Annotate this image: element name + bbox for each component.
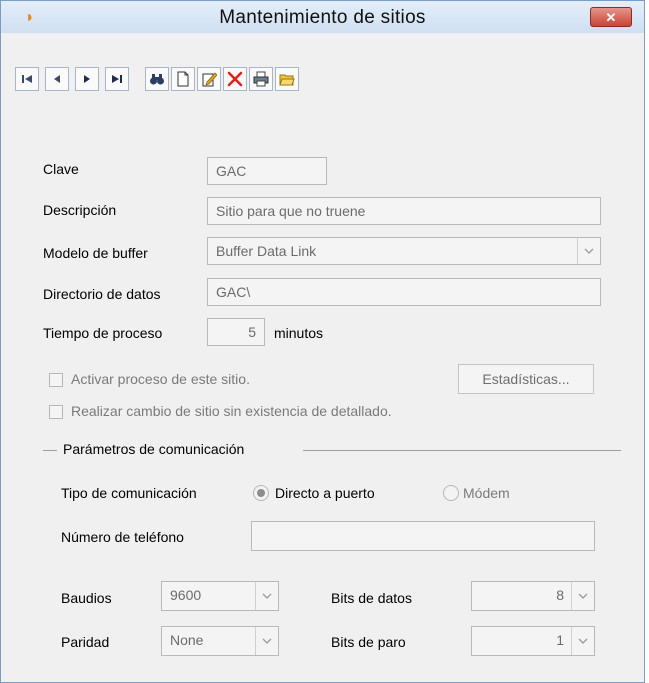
modem-label: Módem — [463, 485, 510, 501]
comunicacion-group-title: Parámetros de comunicación — [63, 441, 245, 457]
delete-icon — [227, 71, 243, 87]
first-icon — [22, 75, 32, 83]
edit-button[interactable] — [197, 67, 221, 91]
clave-field[interactable]: GAC — [207, 157, 327, 185]
chevron-down-icon[interactable] — [571, 627, 594, 655]
search-button[interactable] — [145, 67, 169, 91]
modelo-buffer-label: Modelo de buffer — [43, 245, 148, 261]
previous-icon — [54, 75, 60, 83]
bits-datos-label: Bits de datos — [331, 590, 412, 606]
previous-record-button[interactable] — [45, 67, 69, 91]
window-title: Mantenimiento de sitios — [219, 7, 426, 28]
tiempo-label: Tiempo de proceso — [43, 325, 163, 341]
modelo-buffer-value: Buffer Data Link — [216, 243, 317, 259]
baudios-label: Baudios — [61, 590, 112, 606]
directorio-label: Directorio de datos — [43, 286, 161, 302]
directo-radio[interactable] — [253, 485, 269, 501]
bits-paro-value: 1 — [556, 632, 564, 648]
modelo-buffer-dropdown[interactable]: Buffer Data Link — [207, 237, 601, 265]
descripcion-field[interactable]: Sitio para que no truene — [207, 197, 601, 225]
bits-paro-dropdown[interactable]: 1 — [471, 626, 595, 656]
tiempo-unit: minutos — [274, 325, 324, 341]
open-button[interactable] — [275, 67, 299, 91]
bits-datos-dropdown[interactable]: 8 — [471, 581, 595, 611]
first-record-button[interactable] — [15, 67, 39, 91]
chevron-down-icon[interactable] — [577, 238, 600, 264]
modem-radio[interactable] — [443, 485, 459, 501]
binoculars-icon — [150, 74, 164, 85]
directorio-field[interactable]: GAC\ — [207, 278, 601, 306]
last-record-button[interactable] — [105, 67, 129, 91]
new-document-icon — [177, 71, 189, 87]
new-button[interactable] — [171, 67, 195, 91]
directo-label: Directo a puerto — [275, 485, 375, 501]
paridad-label: Paridad — [61, 634, 110, 650]
title-bar[interactable]: ◗ Mantenimiento de sitios ✕ — [1, 1, 644, 33]
bits-datos-value: 8 — [556, 587, 564, 603]
tipo-comunicacion-label: Tipo de comunicación — [61, 485, 197, 501]
delete-button[interactable] — [223, 67, 247, 91]
realizar-label: Realizar cambio de sitio sin existencia … — [71, 403, 392, 419]
clave-label: Clave — [43, 161, 79, 177]
baudios-value: 9600 — [170, 587, 202, 603]
telefono-field[interactable] — [251, 521, 595, 551]
baudios-dropdown[interactable]: 9600 — [161, 581, 279, 611]
chevron-down-icon[interactable] — [571, 582, 594, 610]
chevron-down-icon[interactable] — [255, 627, 278, 655]
chevron-down-icon[interactable] — [255, 582, 278, 610]
telefono-label: Número de teléfono — [61, 529, 184, 545]
bits-paro-label: Bits de paro — [331, 634, 406, 650]
realizar-checkbox[interactable] — [49, 405, 63, 419]
tiempo-field[interactable]: 5 — [207, 318, 265, 346]
edit-icon — [202, 72, 217, 87]
printer-icon — [253, 71, 269, 87]
close-button[interactable]: ✕ — [590, 7, 632, 27]
next-record-button[interactable] — [75, 67, 99, 91]
activar-checkbox[interactable] — [49, 373, 63, 387]
group-line-left — [43, 450, 57, 451]
paridad-value: None — [170, 632, 204, 648]
paridad-dropdown[interactable]: None — [161, 626, 279, 656]
activar-label: Activar proceso de este sitio. — [71, 371, 250, 387]
print-button[interactable] — [249, 67, 273, 91]
site-maintenance-window: ◗ Mantenimiento de sitios ✕ Clave GAC De… — [0, 0, 645, 683]
descripcion-label: Descripción — [43, 202, 117, 218]
group-line-right — [303, 450, 621, 451]
estadisticas-button[interactable]: Estadísticas... — [458, 364, 594, 394]
folder-icon — [279, 74, 295, 86]
next-icon — [84, 75, 90, 83]
last-icon — [112, 75, 122, 83]
